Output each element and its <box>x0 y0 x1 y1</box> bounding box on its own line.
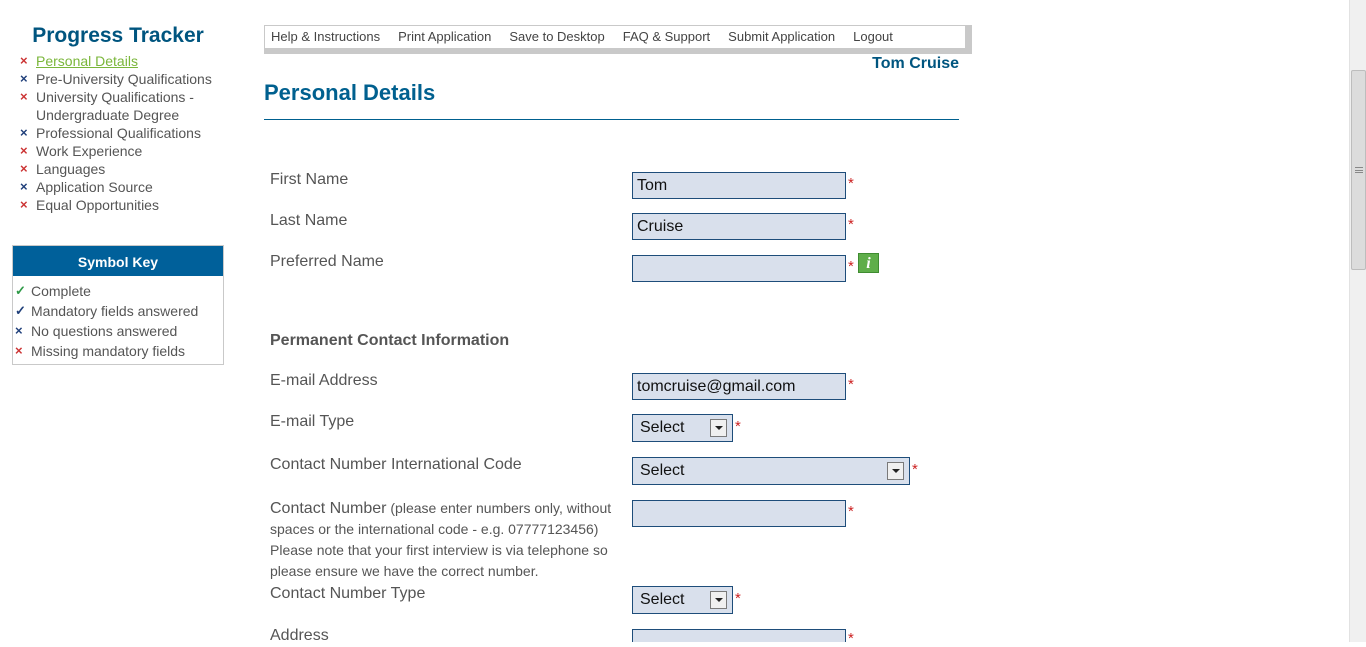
progress-label[interactable]: Work Experience <box>36 142 142 160</box>
nav-logout-link[interactable]: Logout <box>853 28 893 46</box>
contact-section-heading: Permanent Contact Information <box>270 332 510 349</box>
symbol-key-label: Complete <box>31 283 91 299</box>
no-answers-icon: × <box>20 71 28 86</box>
info-icon[interactable]: i <box>858 253 879 273</box>
email-type-label: E-mail Type <box>270 413 355 430</box>
progress-label[interactable]: Professional Qualifications <box>36 124 201 142</box>
intl-code-label: Contact Number International Code <box>270 456 522 473</box>
nav-save-link[interactable]: Save to Desktop <box>509 28 604 46</box>
first-name-input[interactable] <box>632 172 846 199</box>
select-value: Select <box>640 419 685 436</box>
progress-label[interactable]: Equal Opportunities <box>36 196 159 214</box>
chevron-down-icon[interactable] <box>710 419 727 437</box>
top-navigation: Help & Instructions Print Application Sa… <box>264 25 972 54</box>
progress-item-equal-opportunities[interactable]: × Equal Opportunities <box>20 196 224 214</box>
chevron-down-icon[interactable] <box>710 591 727 609</box>
first-name-label: First Name <box>270 171 349 188</box>
symbol-key-item: ✓ Complete <box>15 281 223 301</box>
nav-print-link[interactable]: Print Application <box>398 28 491 46</box>
email-label: E-mail Address <box>270 372 378 389</box>
contact-type-label: Contact Number Type <box>270 585 426 602</box>
select-value: Select <box>640 462 685 479</box>
intl-code-select[interactable]: Select <box>632 457 910 485</box>
contact-number-label: Contact Number (please enter numbers onl… <box>270 498 620 582</box>
missing-fields-icon: × <box>20 161 28 176</box>
grip-icon <box>1355 167 1363 173</box>
missing-fields-icon: × <box>20 89 28 104</box>
progress-tracker-title: Progress Tracker <box>32 24 204 47</box>
vertical-scrollbar[interactable] <box>1349 0 1366 642</box>
symbol-key-item: × No questions answered <box>15 321 223 341</box>
progress-item-professional[interactable]: × Professional Qualifications <box>20 124 224 142</box>
progress-item-university[interactable]: × University Qualifications - Undergradu… <box>20 88 224 124</box>
progress-label[interactable]: Application Source <box>36 178 153 196</box>
progress-label[interactable]: Languages <box>36 160 105 178</box>
check-icon: ✓ <box>15 303 26 318</box>
preferred-name-input[interactable] <box>632 255 846 282</box>
nav-submit-link[interactable]: Submit Application <box>728 28 835 46</box>
symbol-key-panel: Symbol Key ✓ Complete ✓ Mandatory fields… <box>12 245 224 365</box>
progress-item-pre-university[interactable]: × Pre-University Qualifications <box>20 70 224 88</box>
contact-number-input[interactable] <box>632 500 846 527</box>
preferred-name-label: Preferred Name <box>270 253 384 270</box>
no-answers-icon: × <box>20 179 28 194</box>
progress-link-personal-details[interactable]: Personal Details <box>36 52 138 70</box>
required-marker: * <box>735 590 741 607</box>
symbol-key-list: ✓ Complete ✓ Mandatory fields answered ×… <box>13 276 223 364</box>
address-input[interactable] <box>632 629 846 642</box>
cross-icon: × <box>15 343 23 358</box>
progress-item-personal-details[interactable]: × Personal Details <box>20 52 224 70</box>
missing-fields-icon: × <box>20 197 28 212</box>
missing-fields-icon: × <box>20 53 28 68</box>
progress-list: × Personal Details × Pre-University Qual… <box>12 52 224 214</box>
required-marker: * <box>735 418 741 435</box>
nav-help-link[interactable]: Help & Instructions <box>271 28 380 46</box>
email-input[interactable] <box>632 373 846 400</box>
required-marker: * <box>848 376 854 393</box>
contact-type-select[interactable]: Select <box>632 586 733 614</box>
progress-item-languages[interactable]: × Languages <box>20 160 224 178</box>
symbol-key-label: Mandatory fields answered <box>31 303 199 319</box>
no-answers-icon: × <box>20 125 28 140</box>
chevron-down-icon[interactable] <box>887 462 904 480</box>
symbol-key-item: ✓ Mandatory fields answered <box>15 301 223 321</box>
nav-faq-link[interactable]: FAQ & Support <box>623 28 710 46</box>
contact-number-title: Contact Number <box>270 500 387 517</box>
select-value: Select <box>640 591 685 608</box>
last-name-label: Last Name <box>270 212 348 229</box>
required-marker: * <box>848 630 854 647</box>
symbol-key-label: No questions answered <box>31 323 178 339</box>
email-type-select[interactable]: Select <box>632 414 733 442</box>
cross-icon: × <box>15 323 23 338</box>
progress-item-application-source[interactable]: × Application Source <box>20 178 224 196</box>
user-name: Tom Cruise <box>872 55 959 72</box>
required-marker: * <box>848 175 854 192</box>
required-marker: * <box>912 461 918 478</box>
required-marker: * <box>848 258 854 275</box>
progress-item-work-experience[interactable]: × Work Experience <box>20 142 224 160</box>
symbol-key-item: × Missing mandatory fields <box>15 341 223 361</box>
required-marker: * <box>848 216 854 233</box>
missing-fields-icon: × <box>20 143 28 158</box>
symbol-key-title: Symbol Key <box>13 246 223 276</box>
progress-label[interactable]: Pre-University Qualifications <box>36 70 212 88</box>
scrollbar-thumb[interactable] <box>1351 70 1366 270</box>
symbol-key-label: Missing mandatory fields <box>31 343 186 359</box>
address-label: Address <box>270 627 329 644</box>
check-icon: ✓ <box>15 283 26 298</box>
progress-label[interactable]: University Qualifications - Undergraduat… <box>36 88 224 124</box>
progress-sidebar: Progress Tracker × Personal Details × Pr… <box>12 24 224 365</box>
page-title: Personal Details <box>264 80 436 105</box>
required-marker: * <box>848 503 854 520</box>
last-name-input[interactable] <box>632 213 846 240</box>
title-divider <box>264 119 959 120</box>
